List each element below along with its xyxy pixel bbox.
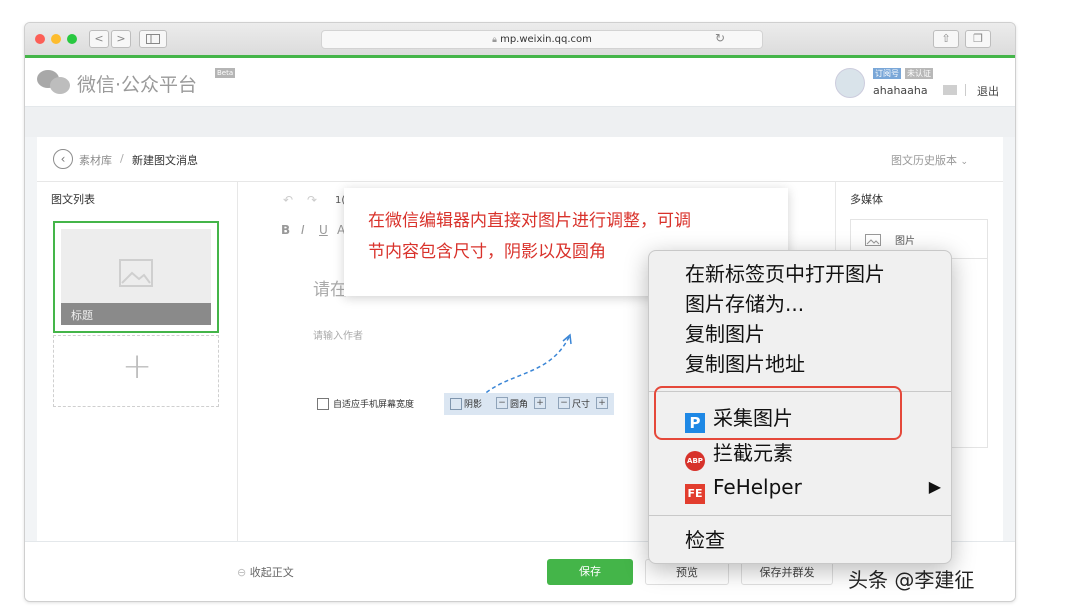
article-card[interactable]: 标题 xyxy=(53,221,219,333)
header-divider xyxy=(965,84,966,96)
unverified-badge: 未认证 xyxy=(905,68,933,79)
reload-icon[interactable]: ↻ xyxy=(715,31,725,45)
mail-icon[interactable] xyxy=(943,85,957,95)
article-title: 标题 xyxy=(71,309,93,322)
menu-copy-image[interactable]: 复制图片 xyxy=(685,319,765,349)
article-title-bar: 标题 xyxy=(61,303,211,325)
breadcrumb-separator: / xyxy=(120,152,124,165)
logout-link[interactable]: 退出 xyxy=(977,83,999,99)
article-cover: 标题 xyxy=(61,229,211,325)
insert-image-label: 图片 xyxy=(895,236,915,247)
add-article-button[interactable]: + xyxy=(53,335,219,407)
redo-icon[interactable]: ↷ xyxy=(307,193,317,207)
size-plus-button[interactable]: + xyxy=(596,397,608,409)
lock-icon: 🔒︎ xyxy=(492,35,497,45)
underline-button[interactable]: U xyxy=(319,223,328,237)
menu-open-image-new-tab[interactable]: 在新标签页中打开图片 xyxy=(685,259,885,289)
block-element-label: 拦截元素 xyxy=(713,441,793,465)
article-list-title: 图文列表 xyxy=(51,193,95,206)
collapse-label: 收起正文 xyxy=(249,566,294,579)
minimize-window-icon[interactable] xyxy=(51,34,61,44)
site-header: 微信·公众平台 Beta 订阅号 未认证 ahahaaha 退出 xyxy=(25,58,1015,107)
size-label: 尺寸 xyxy=(572,400,591,410)
highlight-box xyxy=(654,386,902,440)
subscribe-badge: 订阅号 xyxy=(873,68,901,79)
breadcrumb: ‹ 素材库 / 新建图文消息 图文历史版本 ⌄ xyxy=(37,137,1003,182)
share-icon[interactable]: ⇧ xyxy=(933,30,959,48)
username[interactable]: ahahaaha xyxy=(873,84,928,97)
platform-title: 微信·公众平台 xyxy=(77,74,198,96)
maximize-window-icon[interactable] xyxy=(67,34,77,44)
menu-inspect[interactable]: 检查 xyxy=(685,525,725,555)
address-bar[interactable]: 🔒︎ mp.weixin.qq.com xyxy=(321,30,763,49)
fit-width-label: 自适应手机屏幕宽度 xyxy=(333,400,415,410)
article-list: 图文列表 标题 + xyxy=(37,181,238,541)
tabs-overview-icon[interactable]: ❐ xyxy=(965,30,991,48)
back-button[interactable]: < xyxy=(89,30,109,48)
breadcrumb-current: 新建图文消息 xyxy=(132,154,198,167)
fit-width-checkbox-icon[interactable] xyxy=(317,398,329,410)
author-input[interactable]: 请输入作者 xyxy=(313,327,363,342)
bold-button[interactable]: B xyxy=(281,223,290,237)
menu-separator-2 xyxy=(649,515,951,516)
italic-button[interactable]: I xyxy=(301,223,305,237)
history-version-link[interactable]: 图文历史版本 ⌄ xyxy=(891,152,968,168)
menu-fehelper[interactable]: FE FeHelper ▶ xyxy=(685,472,941,504)
fit-width-option[interactable]: 自适应手机屏幕宽度 xyxy=(311,393,446,415)
radius-minus-button[interactable]: − xyxy=(496,397,508,409)
annotation-line-1: 在微信编辑器内直接对图片进行调整，可调 xyxy=(368,211,691,231)
title-input[interactable]: 请在 xyxy=(313,275,347,300)
watermark: 头条 @李建征 xyxy=(848,568,975,592)
image-placeholder-icon xyxy=(119,259,153,287)
collapse-content-button[interactable]: ⊖ 收起正文 xyxy=(237,564,294,580)
dashed-arrow-icon xyxy=(480,333,572,398)
chevron-down-icon: ⌄ xyxy=(960,157,969,167)
image-toolbar: 阴影 − 圆角 + − 尺寸 + xyxy=(444,393,614,415)
menu-copy-image-address[interactable]: 复制图片地址 xyxy=(685,349,805,379)
city-illustration xyxy=(311,393,645,549)
submenu-arrow-icon: ▶ xyxy=(928,477,941,496)
undo-icon[interactable]: ↶ xyxy=(283,193,293,207)
fehelper-icon: FE xyxy=(685,484,705,504)
history-version-label: 图文历史版本 xyxy=(891,154,957,167)
title-bar: < > 🔒︎ mp.weixin.qq.com ↻ ⇧ ❐ xyxy=(25,23,1015,56)
shadow-checkbox-icon[interactable] xyxy=(450,398,462,410)
wechat-logo-icon[interactable] xyxy=(37,70,75,96)
close-window-icon[interactable] xyxy=(35,34,45,44)
breadcrumb-library[interactable]: 素材库 xyxy=(79,152,112,168)
url-text: mp.weixin.qq.com xyxy=(500,34,592,45)
sidebar-toggle-icon[interactable] xyxy=(139,30,167,48)
forward-button[interactable]: > xyxy=(111,30,131,48)
article-image[interactable] xyxy=(311,393,645,549)
menu-block-element[interactable]: ABP 拦截元素 xyxy=(685,438,793,471)
sub-bar xyxy=(25,107,1015,137)
shadow-label: 阴影 xyxy=(464,400,483,410)
collapse-icon: ⊖ xyxy=(237,566,247,579)
beta-badge: Beta xyxy=(215,68,236,78)
abp-icon: ABP xyxy=(685,451,705,471)
fehelper-label: FeHelper xyxy=(713,475,802,499)
save-button[interactable]: 保存 xyxy=(547,559,633,585)
back-circle-icon[interactable]: ‹ xyxy=(53,149,73,169)
radius-label: 圆角 xyxy=(510,400,529,410)
radius-plus-button[interactable]: + xyxy=(534,397,546,409)
multimedia-title: 多媒体 xyxy=(850,193,883,206)
size-minus-button[interactable]: − xyxy=(558,397,570,409)
avatar[interactable] xyxy=(835,68,865,98)
menu-save-image-as[interactable]: 图片存储为... xyxy=(685,289,804,319)
image-icon xyxy=(865,234,881,246)
plus-icon: + xyxy=(122,346,153,387)
